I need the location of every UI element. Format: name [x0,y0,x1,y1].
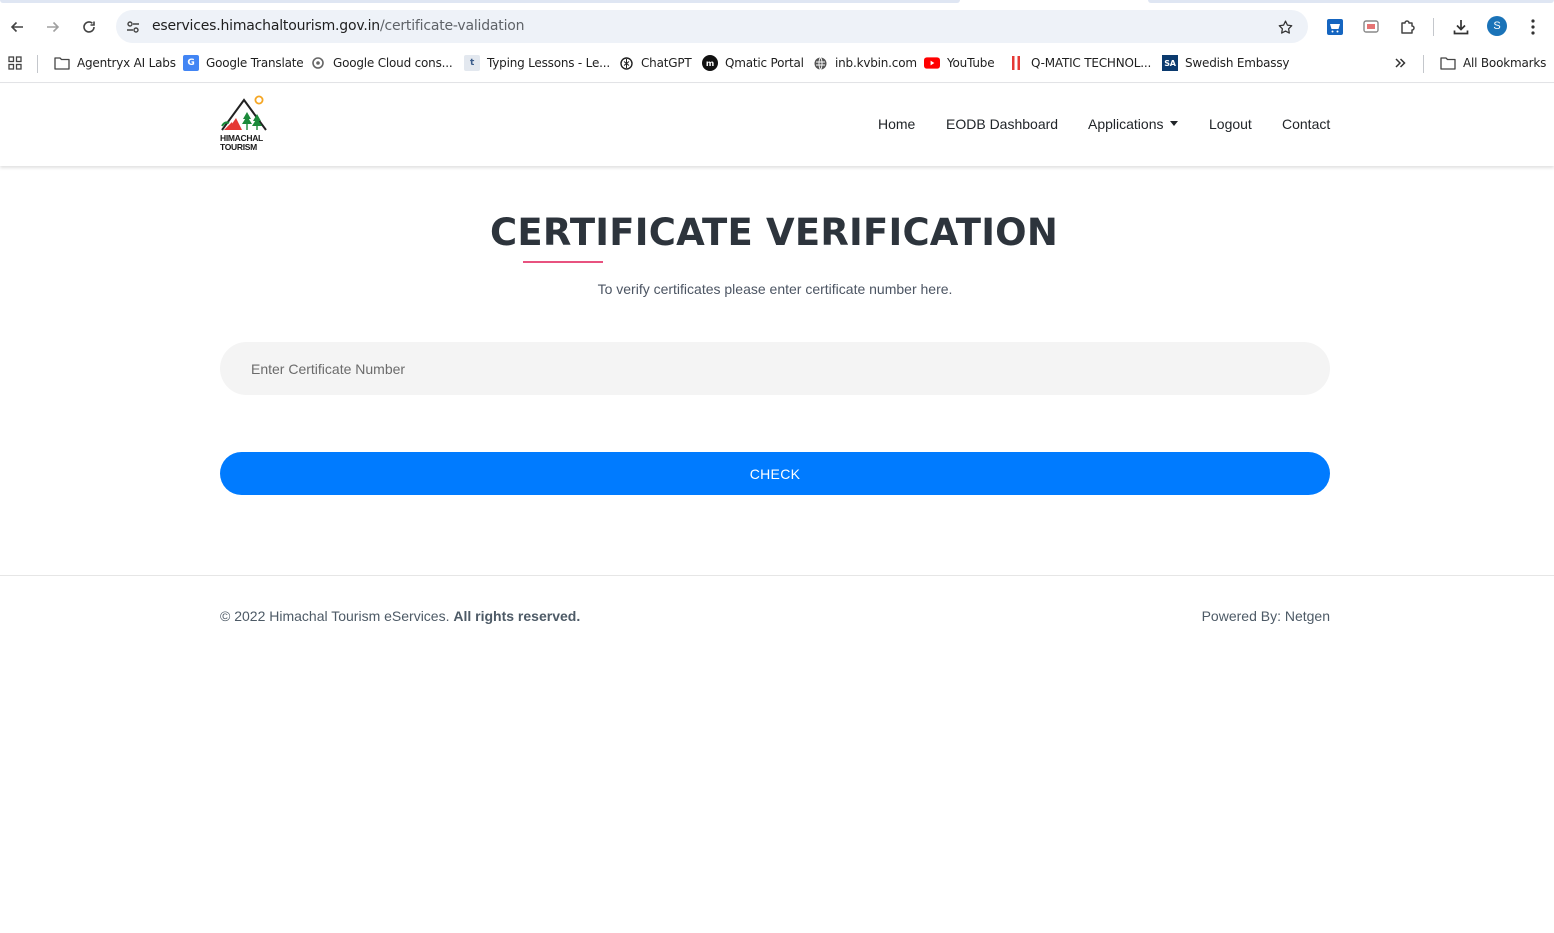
bookmark-label: Qmatic Portal [725,56,804,70]
logo-text-line: TOURISM [220,142,257,152]
nav-home[interactable]: Home [878,116,915,132]
google-translate-icon: G [183,55,199,71]
bookmark-label: Typing Lessons - Le... [487,56,610,70]
shopping-extension-icon[interactable] [1323,15,1347,39]
bookmark-google-cloud[interactable]: Google Cloud cons... [310,54,453,72]
cast-extension-icon[interactable] [1359,15,1383,39]
bookmark-label: ChatGPT [641,56,692,70]
bookmark-label: Q-MATIC TECHNOL... [1031,56,1152,70]
footer-divider [0,575,1554,576]
himachal-tourism-logo[interactable]: HIMACHAL TOURISM [220,94,282,154]
reload-button[interactable] [75,13,103,41]
bookmark-typing-lessons[interactable]: t Typing Lessons - Le... [464,54,610,72]
chevron-double-right-icon [1395,58,1406,68]
bookmark-qmatic-portal[interactable]: m Qmatic Portal [702,54,804,72]
copyright-rights: All rights reserved. [453,608,581,624]
qmatic-icon: m [702,55,718,71]
bookmarks-bar: Agentryx AI Labs G Google Translate Goog… [0,45,1554,83]
profile-avatar[interactable]: S [1487,16,1507,36]
bookmark-youtube[interactable]: YouTube [924,54,995,72]
more-bookmarks-button[interactable] [1393,54,1407,72]
nav-applications-label: Applications [1088,116,1164,132]
folder-icon [1440,55,1456,71]
apps-grid-button[interactable] [7,54,23,72]
toolbar-divider [1433,18,1434,36]
bookmark-google-translate[interactable]: G Google Translate [183,54,304,72]
bookmark-star-icon[interactable] [1274,16,1296,38]
url-text: eservices.himachaltourism.gov.in/certifi… [152,18,525,34]
extensions-puzzle-icon[interactable] [1396,15,1420,39]
page-title: CERTIFICATE VERIFICATION [490,211,1058,254]
google-cloud-icon [310,55,326,71]
address-bar[interactable]: eservices.himachaltourism.gov.in/certifi… [116,10,1308,43]
bookmark-kvbin[interactable]: inb.kvbin.com [812,54,917,72]
chatgpt-icon [618,55,634,71]
bookmark-qmatic-technologies[interactable]: Q-MATIC TECHNOL... [1008,54,1151,72]
bookmark-label: inb.kvbin.com [835,56,917,70]
logo-text: HIMACHAL TOURISM [220,134,282,152]
bookmarks-divider [1423,55,1424,73]
copyright-text: © 2022 Himachal Tourism eServices. [220,608,450,624]
globe-icon [812,55,828,71]
apps-grid-icon [8,56,22,70]
back-arrow-icon [10,21,23,33]
bookmark-label: Google Cloud cons... [333,56,453,70]
url-path: /certificate-validation [379,18,525,34]
back-button[interactable] [3,13,31,41]
all-bookmarks-label: All Bookmarks [1463,56,1547,70]
sa-icon: SA [1162,55,1178,71]
page-subtitle: To verify certificates please enter cert… [597,281,953,297]
certificate-number-input[interactable] [220,342,1330,395]
footer-powered-by: Powered By: Netgen [1201,608,1330,624]
forward-arrow-icon [47,21,60,33]
nav-applications-dropdown[interactable]: Applications [1088,116,1178,132]
all-bookmarks-button[interactable]: All Bookmarks [1440,54,1546,72]
site-header: HIMACHAL TOURISM Home EODB Dashboard App… [0,84,1554,166]
caret-down-icon [1169,120,1178,126]
footer-copyright: © 2022 Himachal Tourism eServices. All r… [220,608,580,624]
bookmark-swedish-embassy[interactable]: SA Swedish Embassy [1162,54,1289,72]
bookmark-chatgpt[interactable]: ChatGPT [618,54,692,72]
bookmarks-divider [37,55,38,73]
youtube-icon [924,55,940,71]
nav-logout[interactable]: Logout [1209,116,1252,132]
nav-contact[interactable]: Contact [1282,116,1330,132]
url-host: eservices.himachaltourism.gov.in [152,18,380,34]
tab-strip [0,0,1554,9]
bookmark-label: Swedish Embassy [1185,56,1290,70]
downloads-icon[interactable] [1449,15,1473,39]
bookmark-label: YouTube [947,56,995,70]
inactive-tab-edge [1148,0,1554,3]
mountain-logo-icon [221,95,267,131]
nav-eodb-dashboard[interactable]: EODB Dashboard [946,116,1058,132]
folder-icon [54,55,70,71]
bookmark-agentryx[interactable]: Agentryx AI Labs [54,54,176,72]
forward-button[interactable] [39,13,67,41]
check-button[interactable]: CHECK [220,452,1330,495]
title-underline [523,261,603,263]
typing-icon: t [464,55,480,71]
bookmark-label: Agentryx AI Labs [77,56,176,70]
site-info-icon[interactable] [122,16,144,38]
bookmark-label: Google Translate [206,56,304,70]
browser-menu-icon[interactable] [1521,15,1545,39]
reload-icon [83,21,95,33]
active-tab-edge [0,0,960,3]
browser-toolbar: eservices.himachaltourism.gov.in/certifi… [0,9,1554,45]
qmatic-tech-icon [1008,55,1024,71]
